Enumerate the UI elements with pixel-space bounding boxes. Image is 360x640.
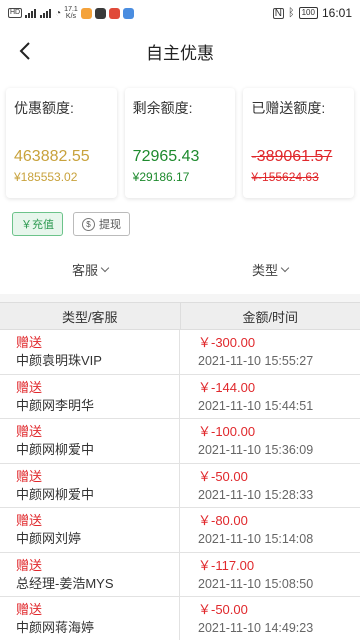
signal-4g-icon xyxy=(40,8,52,18)
table-row[interactable]: 赠送中颜网刘婷 ￥-80.00 2021-11-10 15:14:08 xyxy=(0,508,360,553)
table-body: 赠送 中颜袁明珠VIP ￥-300.00 2021-11-10 15:55:27 赠送中… xyxy=(0,330,360,640)
record-time: 2021-11-10 15:28:33 xyxy=(198,487,314,502)
remaining-quota-card: 剩余额度: 72965.43 ¥29186.17 xyxy=(124,88,236,198)
service-name: 中颜网柳爱中 xyxy=(16,442,95,457)
chevron-down-icon xyxy=(280,263,290,272)
bluetooth-icon: ᛒ xyxy=(288,7,295,19)
recharge-button[interactable]: ￥充值 xyxy=(12,212,63,236)
record-type: 赠送 xyxy=(16,468,43,484)
type-cell: 赠送 中颜网李明华 xyxy=(0,374,180,418)
table-row[interactable]: 赠送总经理-姜浩MYS ￥-117.00 2021-11-10 15:08:50 xyxy=(0,552,360,597)
card-value: -389061.57 xyxy=(251,148,333,165)
net-speed: 17.1 xyxy=(64,6,78,13)
type-cell: 赠送 中颜网刘婷 xyxy=(0,508,180,552)
record-amount: ￥-144.00 xyxy=(198,379,256,395)
type-cell: 赠送中颜袁明珠VIP xyxy=(0,330,180,374)
status-bar: HD ◔ 17.1 K/s N ᛒ 100 16:01 xyxy=(0,0,360,26)
column-header-amount: 金额/时间 xyxy=(179,303,360,329)
table-header: 类型/客服 金额/时间 xyxy=(0,302,360,330)
type-filter-label: 类型 xyxy=(251,262,278,278)
service-filter-label: 客服 xyxy=(71,262,98,278)
chevron-left-icon xyxy=(19,42,30,60)
service-name: 总经理-姜浩MYS xyxy=(16,575,114,591)
signal-icon xyxy=(25,8,37,18)
card-sub-value: ¥29186.17 xyxy=(132,170,190,184)
card-label: 已赠送额度: xyxy=(251,100,326,116)
record-amount: ￥-117.00 xyxy=(198,557,255,573)
card-value: 463882.55 xyxy=(14,148,90,165)
record-type: 赠送 xyxy=(16,379,43,395)
card-label: 剩余额度: xyxy=(132,100,193,116)
service-filter-dropdown[interactable]: 客服 xyxy=(0,260,180,279)
app-icon xyxy=(122,7,134,19)
table-row[interactable]: 赠送中颜网蒋海婷 ￥-50.00 2021-11-10 14:49:23 xyxy=(0,597,360,640)
withdraw-button[interactable]: $ 提现 xyxy=(73,212,130,236)
wifi-icon: ◔ xyxy=(55,7,62,19)
records-table: 类型/客服 金额/时间 赠送 中颜袁明珠VIP ￥-300.00 2021-11-10… xyxy=(0,302,360,640)
record-type: 赠送 xyxy=(16,424,43,439)
record-amount: ￥-100.00 xyxy=(198,424,256,439)
battery-icon: 100 xyxy=(298,7,318,19)
amount-cell: ￥-117.00 2021-11-10 15:08:50 xyxy=(180,553,360,597)
withdraw-label: 提现 xyxy=(99,219,121,231)
type-cell: 赠送总经理-姜浩MYS xyxy=(0,552,180,596)
card-sub-value: ¥-155624.63 xyxy=(251,170,319,184)
record-amount: ￥-80.00 xyxy=(198,513,248,528)
record-type: 赠送 xyxy=(16,557,43,573)
clock: 16:01 xyxy=(321,6,352,20)
back-button[interactable] xyxy=(10,36,40,66)
record-time: 2021-11-10 15:14:08 xyxy=(198,532,314,546)
card-label: 优惠额度: xyxy=(14,100,74,116)
play-icon xyxy=(94,7,106,19)
service-name: 中颜网李明华 xyxy=(16,397,95,413)
table-row[interactable]: 赠送中颜网柳爱中 ￥-100.00 2021-11-10 15:36:09 xyxy=(0,419,360,464)
net-speed-unit: K/s xyxy=(65,13,77,20)
record-time: 2021-11-10 15:08:50 xyxy=(198,576,314,591)
gifted-quota-card: 已赠送额度: -389061.57 ¥-155624.63 xyxy=(243,88,355,198)
hd-icon: HD xyxy=(8,8,23,18)
card-value: 72965.43 xyxy=(132,148,200,165)
nav-bar: 自主优惠 xyxy=(0,26,360,76)
amount-cell: ￥-144.00 2021-11-10 15:44:51 xyxy=(180,375,360,419)
table-row[interactable]: 赠送中颜袁明珠VIP ￥-300.00 2021-11-10 15:55:27 xyxy=(0,330,360,375)
action-bar: ￥充值 $ 提现 xyxy=(0,206,360,246)
recharge-label: ￥充值 xyxy=(21,219,54,231)
record-time: 2021-11-10 15:55:27 xyxy=(198,354,314,368)
nfc-icon: N xyxy=(272,7,284,19)
type-filter-dropdown[interactable]: 类型 xyxy=(180,260,360,279)
service-name: 中颜网柳爱中 xyxy=(16,486,95,502)
balance-cards: 优惠额度: 463882.55 ¥185553.02 剩余额度: 72965.4… xyxy=(0,76,360,206)
record-type: 赠送 xyxy=(16,513,43,528)
type-cell: 赠送 中颜网柳爱中 xyxy=(0,463,180,507)
record-time: 2021-11-10 15:44:51 xyxy=(198,398,314,413)
record-type: 赠送 xyxy=(16,335,43,350)
type-cell: 赠送 中颜网柳爱中 xyxy=(0,419,180,463)
amount-cell: ￥-300.00 2021-11-10 15:55:27 xyxy=(180,330,360,374)
weibo-icon xyxy=(108,7,120,19)
chevron-down-icon xyxy=(100,263,110,272)
record-time: 2021-11-10 14:49:23 xyxy=(198,621,314,635)
column-header-type: 类型/客服 xyxy=(61,309,118,325)
service-name: 中颜网刘婷 xyxy=(16,531,82,546)
discount-quota-card: 优惠额度: 463882.55 ¥185553.02 xyxy=(6,88,117,198)
record-type: 赠送 xyxy=(16,602,43,617)
table-row[interactable]: 赠送中颜网柳爱中 ￥-50.00 2021-11-10 15:28:33 xyxy=(0,463,360,508)
record-amount: ￥-50.00 xyxy=(198,602,248,617)
coin-icon: $ xyxy=(82,217,95,231)
service-name: 中颜网蒋海婷 xyxy=(16,620,95,635)
record-time: 2021-11-10 15:36:09 xyxy=(198,443,314,457)
type-cell: 赠送 中颜网蒋海婷 xyxy=(0,597,180,640)
record-amount: ￥-50.00 xyxy=(198,468,248,484)
service-name: 中颜袁明珠VIP xyxy=(16,353,102,368)
table-row[interactable]: 赠送中颜网李明华 ￥-144.00 2021-11-10 15:44:51 xyxy=(0,374,360,419)
amount-cell: ￥-50.00 2021-11-10 14:49:23 xyxy=(180,597,360,640)
amount-cell: ￥-50.00 2021-11-10 15:28:33 xyxy=(180,464,360,508)
card-sub-value: ¥185553.02 xyxy=(14,170,78,184)
amount-cell: ￥-80.00 2021-11-10 15:14:08 xyxy=(180,508,360,552)
filter-bar: 客服 类型 xyxy=(0,244,360,294)
amount-cell: ￥-100.00 2021-11-10 15:36:09 xyxy=(180,419,360,463)
record-amount: ￥-300.00 xyxy=(198,335,256,350)
page-title: 自主优惠 xyxy=(146,43,214,63)
app-notification-icon xyxy=(80,7,92,19)
